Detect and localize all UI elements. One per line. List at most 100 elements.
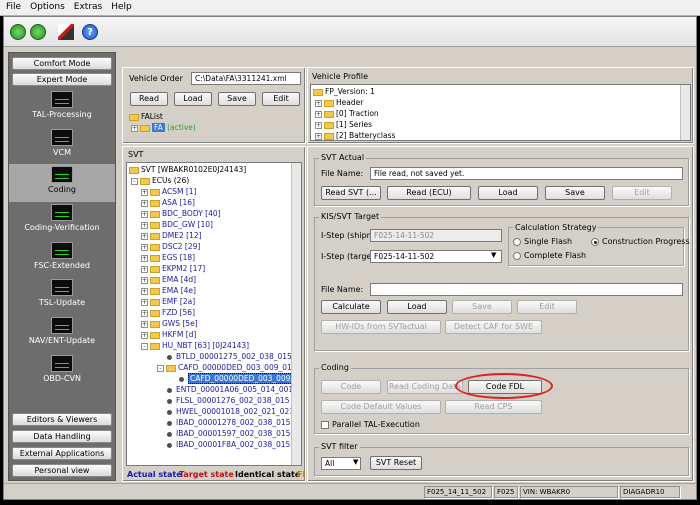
vehicle-profile-tree[interactable]: FP_Version: 1 + Header + [0] Traction + [1]… (310, 84, 691, 141)
sidebar-item-coding-verification[interactable]: Coding-Verification (9, 202, 115, 240)
ecu-node[interactable]: + ASA [16] (141, 197, 195, 208)
ecus-node[interactable]: - ECUs (26) (131, 175, 189, 186)
ecu-node[interactable]: + BDC_BODY [40] (141, 208, 221, 219)
edit-button[interactable]: Edit (262, 92, 300, 106)
istep-target-select[interactable]: F025-14-11-502 (370, 250, 502, 263)
external-applications-button[interactable]: External Applications (12, 447, 112, 460)
tree-node[interactable]: + [1] Series (315, 119, 372, 130)
tree-node[interactable]: + Header (315, 97, 363, 108)
ecu-node[interactable]: + EKPM2 [17] (141, 263, 205, 274)
kis-save-button[interactable]: Save (452, 300, 512, 314)
back-arrow-icon[interactable] (10, 24, 26, 40)
ecu-node[interactable]: + DSC2 [29] (141, 241, 200, 252)
ecu-node[interactable]: + DME2 [12] (141, 230, 202, 241)
vehicle-profile-panel: Vehicle Profile FP_Version: 1 + Header +[… (307, 67, 694, 144)
read-cps-button[interactable]: Read CPS (445, 400, 542, 414)
load-svt-button[interactable]: Load (478, 186, 538, 200)
ecu-node[interactable]: - HU_NBT [63] [0J24143] (141, 340, 249, 351)
save-svt-button[interactable]: Save (545, 186, 605, 200)
edit-svt-button[interactable]: Edit (612, 186, 672, 200)
parallel-tal-checkbox[interactable]: Parallel TAL-Execution (321, 420, 420, 429)
expand-icon: + (141, 331, 148, 339)
complete-flash-radio[interactable]: Complete Flash (513, 251, 586, 260)
ecu-node[interactable]: + ACSM [1] (141, 186, 196, 197)
ecu-node[interactable]: + GWS [5e] (141, 318, 198, 329)
menu-extras[interactable]: Extras (68, 0, 105, 12)
hu-child-node[interactable]: ENTD_00001A06_005_014_001 (167, 384, 293, 395)
calculate-button[interactable]: Calculate (321, 300, 381, 314)
ecu-node[interactable]: + EMA [4e] (141, 285, 196, 296)
tree-node[interactable]: + [0] Traction (315, 108, 379, 119)
data-handling-button[interactable]: Data Handling (12, 430, 112, 443)
sidebar-item-tal-processing[interactable]: TAL-Processing (9, 89, 115, 127)
hu-child-node[interactable]: IBAD_00001F8A_002_038_015 (167, 439, 290, 450)
scrollbar[interactable] (680, 85, 690, 140)
sidebar-item-obd-cvn[interactable]: OBD-CVN (9, 353, 115, 391)
menu-file[interactable]: File (0, 0, 24, 12)
bullet-icon (167, 387, 172, 393)
menu-help[interactable]: Help (105, 0, 135, 12)
hu-child-node[interactable]: IBAD_00001278_002_038_015 (167, 417, 290, 428)
sidebar-item-nav-ent-update[interactable]: NAV/ENT-Update (9, 315, 115, 353)
kis-file-field[interactable] (370, 283, 683, 296)
construction-progress-radio[interactable]: Construction Progress (591, 237, 690, 246)
coding-title: Coding (319, 363, 351, 372)
tools-icon[interactable] (58, 24, 74, 40)
read-button[interactable]: Read (130, 92, 168, 106)
forward-arrow-icon[interactable] (30, 24, 46, 40)
svt-root-node[interactable]: SVT [WBAKR0102E0J24143] (129, 164, 246, 175)
single-flash-radio[interactable]: Single Flash (513, 237, 572, 246)
ecu-node[interactable]: + BDC_GW [10] (141, 219, 213, 230)
hu-child-node[interactable]: HWEL_00001018_002_021_021 (167, 406, 294, 417)
sidebar-item-fsc-extended[interactable]: FSC-Extended (9, 240, 115, 278)
svt-actual-file-field[interactable]: File read, not saved yet. (370, 167, 683, 180)
tree-node[interactable]: FP_Version: 1 (313, 86, 375, 97)
hu-child-node[interactable]: FLSL_00001276_002_038_015 (167, 395, 290, 406)
svt-tree[interactable]: SVT [WBAKR0102E0J24143] - ECUs (26) + ACSM… (126, 162, 302, 466)
monitor-icon (51, 317, 73, 334)
monitor-icon (51, 166, 73, 183)
sidebar-item-vcm[interactable]: VCM (9, 127, 115, 165)
expand-icon: + (141, 287, 148, 295)
sidebar-item-coding[interactable]: Coding (9, 164, 115, 202)
load-button[interactable]: Load (174, 92, 212, 106)
svt-label: SVT (128, 150, 144, 159)
chevron-down-icon[interactable]: ▼ (353, 458, 358, 466)
editors-viewers-button[interactable]: Editors & Viewers (12, 413, 112, 426)
read-svt-button[interactable]: Read SVT (... (321, 186, 381, 200)
menu-options[interactable]: Options (24, 0, 68, 12)
ecu-node[interactable]: + HKFM [d] (141, 329, 196, 340)
tree-node[interactable]: + [2] Batteryclass (315, 130, 395, 140)
ecu-node[interactable]: + EMF [2a] (141, 296, 195, 307)
chevron-down-icon[interactable]: ▼ (491, 251, 496, 259)
hu-child-node[interactable]: BTLD_00001275_002_038_015 (167, 351, 292, 362)
detect-caf-button[interactable]: Detect CAF for SWE (445, 320, 542, 334)
comfort-mode-button[interactable]: Comfort Mode (12, 57, 112, 70)
cafd-selected-node[interactable]: CAFD_00000DED_003_009_0 (179, 373, 301, 384)
code-default-values-button[interactable]: Code Default Values (321, 400, 441, 414)
scrollbar[interactable] (291, 163, 301, 465)
vehicle-order-path-field[interactable]: C:\Data\FA\3311241.xml (191, 72, 301, 85)
folder-icon (150, 243, 160, 251)
ecu-node[interactable]: + FZD [56] (141, 307, 195, 318)
svt-reset-button[interactable]: SVT Reset (370, 456, 422, 470)
help-icon[interactable]: ? (82, 24, 98, 40)
toolbar: ? (4, 17, 696, 47)
kis-load-button[interactable]: Load (387, 300, 447, 314)
istep-shipm-select[interactable]: F025-14-11-502 (370, 229, 502, 242)
personal-view-button[interactable]: Personal view (12, 464, 112, 477)
hu-child-node[interactable]: - CAFD_00000DED_003_009_015 (157, 362, 297, 373)
falist-node[interactable]: FAList (129, 111, 163, 122)
sidebar-item-tsl-update[interactable]: TSL-Update (9, 277, 115, 315)
fa-node[interactable]: + FA (active) (131, 122, 196, 133)
read-coding-data-button[interactable]: Read Coding Data (387, 380, 463, 394)
save-button[interactable]: Save (218, 92, 256, 106)
hu-child-node[interactable]: IBAD_00001597_002_038_015 (167, 428, 290, 439)
ecu-node[interactable]: + EGS [18] (141, 252, 195, 263)
ecu-node[interactable]: + EMA [4d] (141, 274, 196, 285)
read-ecu-button[interactable]: Read (ECU) (387, 186, 471, 200)
code-button[interactable]: Code (321, 380, 381, 394)
expert-mode-button[interactable]: Expert Mode (12, 73, 112, 86)
hw-ids-button[interactable]: HW-IDs from SVTactual (321, 320, 441, 334)
kis-edit-button[interactable]: Edit (517, 300, 577, 314)
